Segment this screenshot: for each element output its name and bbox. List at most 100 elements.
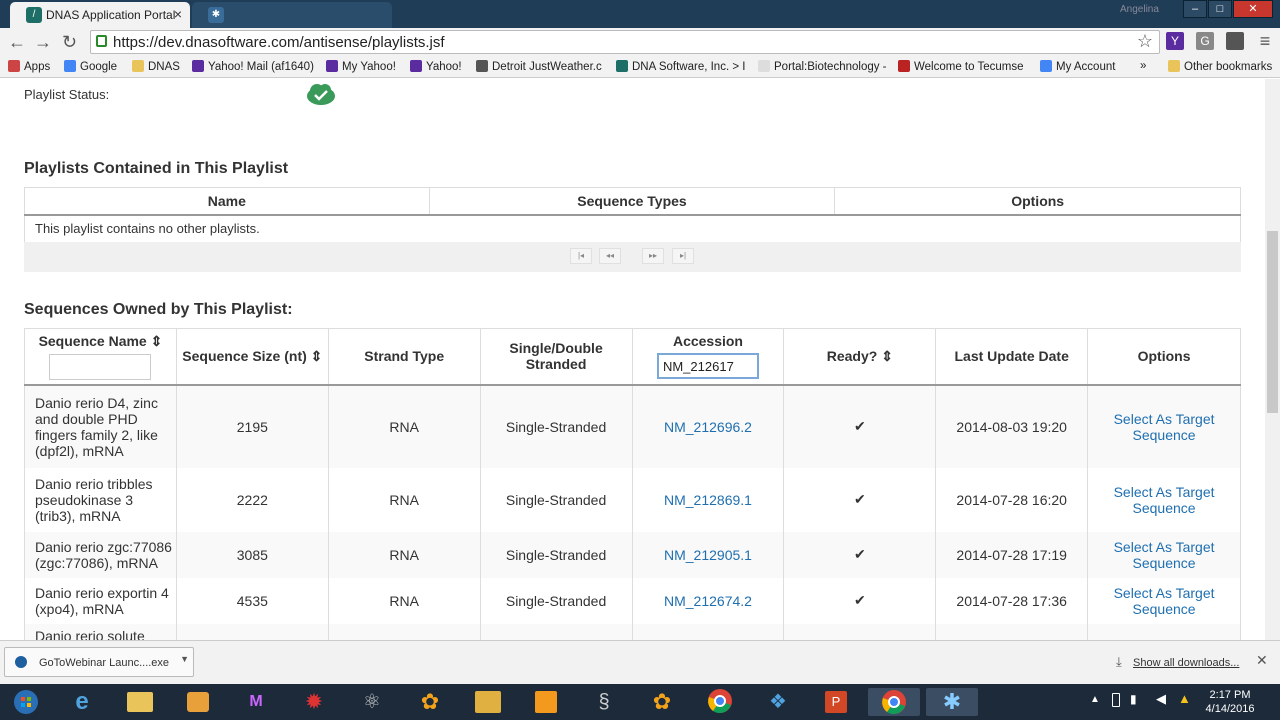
accession-cell: NM_212869.1 bbox=[631, 467, 785, 532]
sequence-size-cell: 3085 bbox=[175, 531, 329, 578]
show-hidden-icons-icon[interactable]: ▲ bbox=[1090, 694, 1100, 705]
bookmark-tecumseh[interactable]: Welcome to Tecumse bbox=[898, 60, 1024, 73]
last-update-cell: 2014-07-28 16:20 bbox=[935, 467, 1089, 532]
windows-taskbar: e M ✹ ⚛ ✿ § ✿ ❖ P ✱ ▲ ▮ ◀ ▲ 2:17 PM 4/14… bbox=[0, 684, 1280, 720]
column-header-sequence-name[interactable]: Sequence Name ⇕ bbox=[24, 328, 177, 386]
powerpoint-icon[interactable]: P bbox=[816, 688, 856, 716]
playlists-section-title: Playlists Contained in This Playlist bbox=[24, 160, 289, 177]
profile-name[interactable]: Angelina bbox=[1120, 4, 1159, 15]
internet-explorer-icon[interactable]: e bbox=[62, 688, 102, 716]
bookmark-google[interactable]: Google bbox=[64, 60, 117, 73]
chrome-active-icon[interactable] bbox=[868, 688, 920, 716]
column-header-name[interactable]: Name bbox=[24, 187, 430, 216]
maximize-button[interactable]: □ bbox=[1208, 0, 1232, 18]
stranded-cell: Single-Stranded bbox=[479, 467, 633, 532]
accession-filter-input[interactable] bbox=[656, 353, 759, 380]
pager-prev-button[interactable]: ◂◂ bbox=[599, 248, 621, 264]
bookmark-my-account[interactable]: My Account bbox=[1040, 60, 1115, 73]
select-as-target-link[interactable]: Select As Target Sequence bbox=[1114, 539, 1215, 571]
start-button[interactable] bbox=[4, 688, 48, 716]
select-as-target-link[interactable]: Select As Target Sequence bbox=[1114, 411, 1215, 443]
minimize-button[interactable]: – bbox=[1183, 0, 1207, 18]
close-icon[interactable]: ✕ bbox=[1256, 652, 1268, 669]
molecule-app-icon[interactable]: ⚛ bbox=[352, 688, 392, 716]
flower-app-2-icon[interactable]: ✿ bbox=[642, 688, 682, 716]
google-drive-icon[interactable]: ▲ bbox=[1178, 691, 1191, 706]
media-player-icon[interactable] bbox=[178, 688, 218, 716]
tab-dnas-portal[interactable]: / DNAS Application Portal × bbox=[10, 2, 190, 28]
back-icon[interactable]: ← bbox=[8, 32, 26, 52]
accession-link[interactable]: NM_212696.2 bbox=[664, 419, 752, 435]
column-header-ready[interactable]: Ready? ⇕ bbox=[783, 328, 937, 386]
url-text: https://dev.dnasoftware.com/antisense/pl… bbox=[113, 34, 445, 51]
bookmarks-bar: Apps Google DNAS Yahoo! Mail (af1640) My… bbox=[0, 56, 1280, 78]
bookmarks-overflow-icon[interactable]: » bbox=[1140, 60, 1146, 72]
chrome-icon[interactable] bbox=[700, 688, 740, 716]
sequences-section-title: Sequences Owned by This Playlist: bbox=[24, 301, 293, 318]
download-file-icon bbox=[15, 656, 27, 668]
address-bar[interactable]: https://dev.dnasoftware.com/antisense/pl… bbox=[90, 30, 1160, 54]
stranded-cell: Single-Stranded bbox=[479, 577, 633, 624]
sequence-size-cell: 2195 bbox=[175, 384, 329, 468]
file-explorer-icon[interactable] bbox=[120, 688, 160, 716]
amazon-icon[interactable] bbox=[526, 688, 566, 716]
vertical-scrollbar[interactable] bbox=[1265, 79, 1280, 640]
column-header-strand-type: Strand Type bbox=[327, 328, 481, 386]
pager-last-button[interactable]: ▸| bbox=[672, 248, 694, 264]
bookmark-my-yahoo[interactable]: My Yahoo! bbox=[326, 60, 396, 73]
dropbox-icon[interactable]: ❖ bbox=[758, 688, 798, 716]
reload-icon[interactable]: ↻ bbox=[62, 32, 77, 52]
column-header-accession: Accession bbox=[631, 328, 785, 386]
battery-icon[interactable] bbox=[1112, 693, 1120, 707]
scrollbar-thumb[interactable] bbox=[1267, 231, 1278, 413]
outlook-icon[interactable] bbox=[468, 688, 508, 716]
menu-icon[interactable]: ≡ bbox=[1256, 32, 1274, 50]
close-window-button[interactable]: ✕ bbox=[1233, 0, 1273, 18]
tab-second[interactable]: ✱ bbox=[192, 2, 392, 28]
yahoo-icon bbox=[326, 60, 338, 72]
starburst-app-icon[interactable]: ✹ bbox=[294, 688, 334, 716]
accession-link[interactable]: NM_212905.1 bbox=[664, 547, 752, 563]
bookmark-wikipedia[interactable]: Portal:Biotechnology - bbox=[758, 60, 887, 73]
select-as-target-link[interactable]: Select As Target Sequence bbox=[1114, 585, 1215, 617]
download-item[interactable]: GoToWebinar Launc....exe ▼ bbox=[4, 647, 194, 677]
strand-type-cell: RNA bbox=[327, 577, 481, 624]
bookmark-detroit-weather[interactable]: Detroit JustWeather.c bbox=[476, 60, 602, 73]
system-clock[interactable]: 2:17 PM 4/14/2016 bbox=[1200, 688, 1260, 716]
download-file-name: GoToWebinar Launc....exe bbox=[39, 657, 170, 669]
pocket-extension-icon[interactable] bbox=[1226, 32, 1244, 50]
strand-type-cell: RNA bbox=[327, 531, 481, 578]
bookmark-dnas[interactable]: DNAS bbox=[132, 60, 180, 73]
network-icon[interactable]: ▮ bbox=[1130, 692, 1137, 706]
bookmark-yahoo[interactable]: Yahoo! bbox=[410, 60, 462, 73]
flower-app-icon[interactable]: ✿ bbox=[410, 688, 450, 716]
close-tab-icon[interactable]: × bbox=[174, 6, 182, 22]
pager-first-button[interactable]: |◂ bbox=[570, 248, 592, 264]
accession-link[interactable]: NM_212869.1 bbox=[664, 492, 752, 508]
app-m-icon[interactable]: M bbox=[236, 688, 276, 716]
volume-icon[interactable]: ◀ bbox=[1156, 691, 1166, 707]
select-as-target-link[interactable]: Select As Target Sequence bbox=[1114, 484, 1215, 516]
chevron-down-icon[interactable]: ▼ bbox=[180, 654, 189, 664]
snowflake-app-icon[interactable]: ✱ bbox=[926, 688, 978, 716]
other-bookmarks[interactable]: Other bookmarks bbox=[1168, 60, 1272, 73]
bookmark-dna-software[interactable]: DNA Software, Inc. > I bbox=[616, 60, 745, 73]
clock-time: 2:17 PM bbox=[1209, 689, 1251, 701]
pager-next-button[interactable]: ▸▸ bbox=[642, 248, 664, 264]
column-header-sequence-size[interactable]: Sequence Size (nt) ⇕ bbox=[175, 328, 329, 386]
bookmark-yahoo-mail[interactable]: Yahoo! Mail (af1640) bbox=[192, 60, 314, 73]
sequence-name-filter-input[interactable] bbox=[49, 353, 152, 380]
forward-icon[interactable]: → bbox=[34, 32, 52, 52]
bookmark-star-icon[interactable]: ☆ bbox=[1137, 31, 1153, 52]
show-all-downloads-link[interactable]: Show all downloads... bbox=[1133, 657, 1239, 669]
column-header-options[interactable]: Options bbox=[834, 187, 1241, 216]
bookmark-apps[interactable]: Apps bbox=[8, 60, 50, 73]
yahoo-extension-icon[interactable]: Y bbox=[1166, 32, 1184, 50]
column-header-sequence-types[interactable]: Sequence Types bbox=[428, 187, 836, 216]
google-extension-icon[interactable]: G bbox=[1196, 32, 1214, 50]
stranded-cell bbox=[479, 623, 633, 640]
playlist-status-label: Playlist Status: bbox=[24, 87, 110, 102]
sequence-name-cell: Danio rerio D4, zinc and double PHD fing… bbox=[24, 384, 177, 468]
dna-app-icon[interactable]: § bbox=[584, 688, 624, 716]
accession-link[interactable]: NM_212674.2 bbox=[664, 593, 752, 609]
